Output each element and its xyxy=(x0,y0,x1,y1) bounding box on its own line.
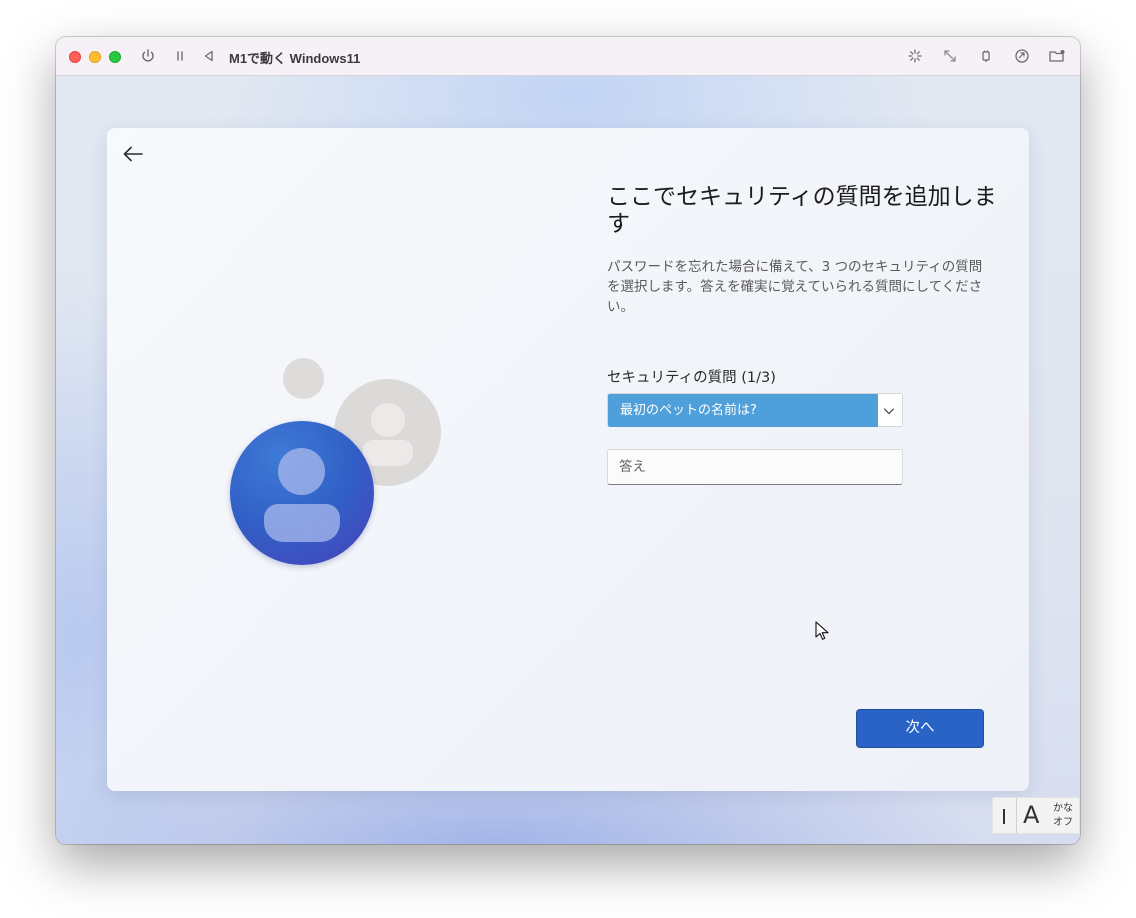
avatar-head xyxy=(278,448,325,495)
page-title: ここでセキュリティの質問を追加します xyxy=(607,184,997,237)
ime-kana-line2: オフ xyxy=(1053,817,1073,828)
back-arrow-icon[interactable] xyxy=(121,142,145,166)
desktop-background: ここでセキュリティの質問を追加します パスワードを忘れた場合に備えて、3 つのセ… xyxy=(56,76,1080,844)
security-question-selected: 最初のペットの名前は? xyxy=(608,394,878,427)
minimize-button[interactable] xyxy=(89,51,101,63)
avatar-head xyxy=(371,403,405,437)
close-button[interactable] xyxy=(69,51,81,63)
share-icon[interactable] xyxy=(1013,47,1031,65)
usb-icon[interactable] xyxy=(977,47,995,65)
pause-icon[interactable] xyxy=(171,47,189,65)
chevron-down-icon xyxy=(882,403,896,417)
page-description: パスワードを忘れた場合に備えて、3 つのセキュリティの質問を選択します。答えを確… xyxy=(607,259,983,315)
security-question-dropdown[interactable]: 最初のペットの名前は? xyxy=(607,393,903,427)
folder-icon[interactable] xyxy=(1048,47,1066,65)
ime-kana-status: かな オフ xyxy=(1053,802,1073,830)
zoom-button[interactable] xyxy=(109,51,121,63)
decorative-dot xyxy=(283,358,324,399)
ime-indicator[interactable]: A かな オフ xyxy=(992,797,1080,834)
avatar-body xyxy=(264,504,340,542)
avatar-body xyxy=(363,440,413,466)
next-button[interactable]: 次へ xyxy=(856,709,984,748)
window-title: M1で動く Windows11 xyxy=(229,51,361,66)
divider xyxy=(1016,798,1017,833)
user-avatar-blue-icon xyxy=(230,421,374,565)
resize-icon[interactable] xyxy=(941,47,959,65)
text-cursor-icon xyxy=(1003,809,1005,824)
play-back-icon[interactable] xyxy=(200,47,218,65)
ime-mode-letter: A xyxy=(1023,801,1040,829)
setup-card: ここでセキュリティの質問を追加します パスワードを忘れた場合に備えて、3 つのセ… xyxy=(107,128,1029,791)
mouse-cursor-icon xyxy=(815,621,829,641)
security-question-label: セキュリティの質問 (1/3) xyxy=(607,370,776,386)
vm-window: M1で動く Windows11 ここでセキュリティの質問を追加します パスワード… xyxy=(56,37,1080,844)
power-icon[interactable] xyxy=(139,47,157,65)
ime-kana-line1: かな xyxy=(1053,803,1073,814)
sparkle-icon[interactable] xyxy=(906,47,924,65)
answer-input[interactable] xyxy=(607,449,903,485)
title-bar: M1で動く Windows11 xyxy=(56,37,1080,76)
